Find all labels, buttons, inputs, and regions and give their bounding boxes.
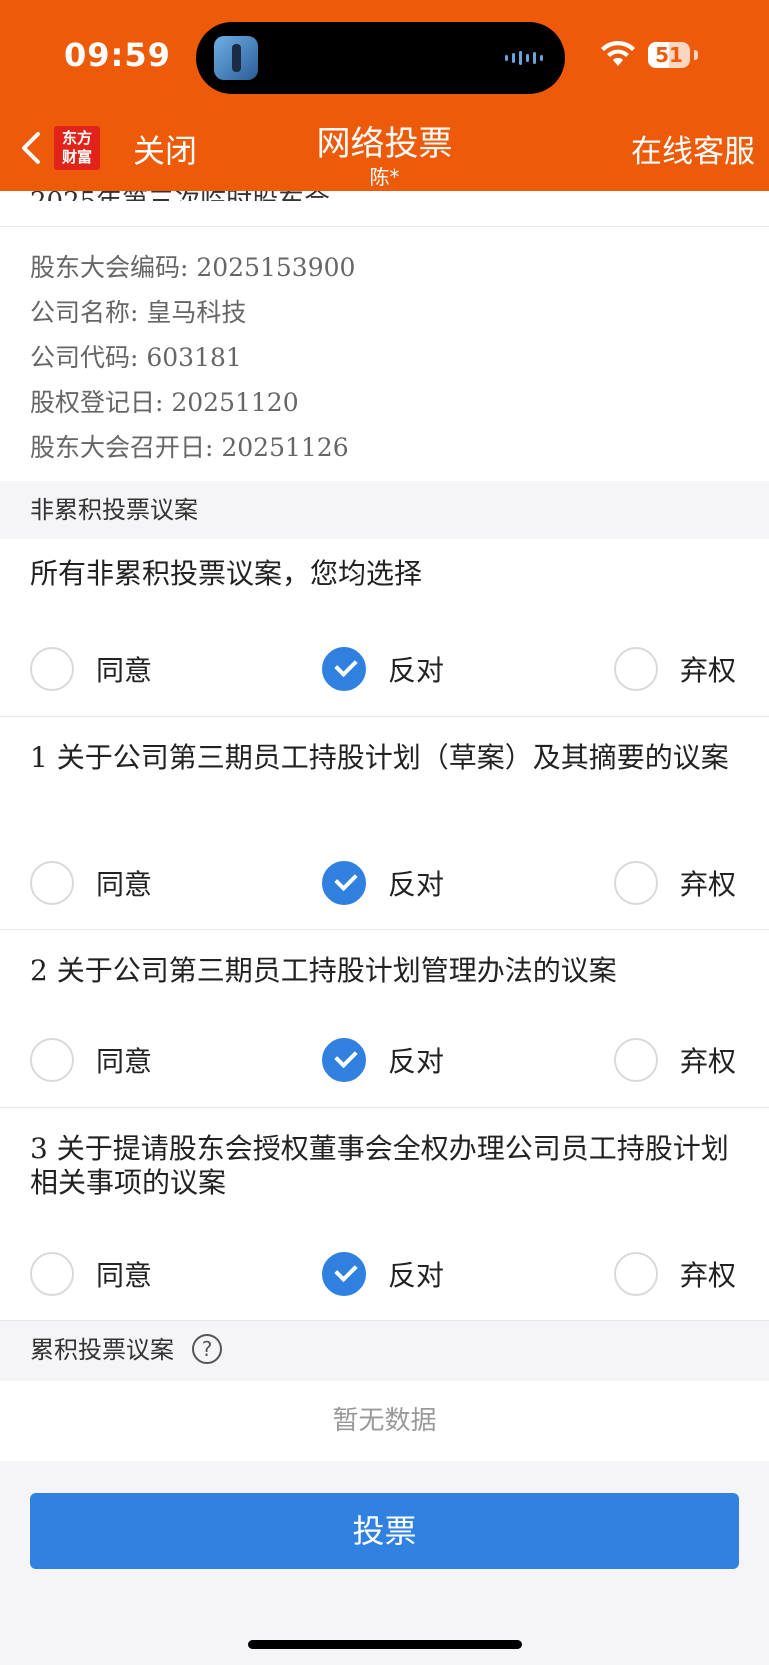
- option-oppose[interactable]: 反对: [322, 859, 444, 907]
- now-playing-thumbnail: [214, 36, 258, 80]
- option-agree[interactable]: 同意: [30, 645, 152, 693]
- option-agree[interactable]: 同意: [30, 1250, 152, 1298]
- option-oppose[interactable]: 反对: [322, 1036, 444, 1084]
- dynamic-island: [196, 22, 565, 94]
- option-label: 反对: [388, 1259, 445, 1292]
- company-code: 公司代码: 603181: [30, 343, 242, 372]
- vote-item-1: 1 关于公司第三期员工持股计划（草案）及其摘要的议案 同意 反对 弃权: [0, 717, 769, 930]
- wifi-icon: [601, 40, 635, 66]
- radio-oppose-checked[interactable]: [322, 861, 366, 905]
- radio-oppose-checked[interactable]: [322, 647, 366, 691]
- vote-question: 所有非累积投票议案，您均选择: [30, 557, 423, 590]
- help-icon[interactable]: ?: [192, 1334, 222, 1364]
- option-agree[interactable]: 同意: [30, 859, 152, 907]
- radio-abstain[interactable]: [614, 1252, 658, 1296]
- radio-oppose-checked[interactable]: [322, 1038, 366, 1082]
- app-header: 09:59 51 东方 财富 关闭 网络投票 陈* 在线客服: [0, 0, 769, 191]
- option-abstain[interactable]: 弃权: [614, 859, 736, 907]
- vote-item-2: 2 关于公司第三期员工持股计划管理办法的议案 同意 反对 弃权: [0, 930, 769, 1108]
- vote-item-all: 所有非累积投票议案，您均选择 同意 反对 弃权: [0, 539, 769, 717]
- vote-item-3: 3 关于提请股东会授权董事会全权办理公司员工持股计划相关事项的议案 同意 反对 …: [0, 1108, 769, 1321]
- radio-agree[interactable]: [30, 861, 74, 905]
- option-label: 同意: [96, 1045, 153, 1078]
- option-label: 反对: [388, 868, 445, 901]
- battery-cap: [694, 50, 698, 60]
- status-time: 09:59: [64, 36, 171, 74]
- option-abstain[interactable]: 弃权: [614, 1250, 736, 1298]
- meeting-date: 股东大会召开日: 20251126: [30, 433, 349, 462]
- audio-waveform-icon: [505, 50, 543, 66]
- radio-agree[interactable]: [30, 647, 74, 691]
- option-label: 反对: [388, 1045, 445, 1078]
- vote-question: 1 关于公司第三期员工持股计划（草案）及其摘要的议案: [30, 741, 729, 774]
- customer-service-button[interactable]: 在线客服: [631, 126, 755, 171]
- option-label: 同意: [96, 654, 153, 687]
- radio-abstain[interactable]: [614, 647, 658, 691]
- cumulative-header: 累积投票议案?: [0, 1321, 769, 1379]
- battery-icon: 51: [648, 42, 690, 68]
- vote-question: 3 关于提请股东会授权董事会全权办理公司员工持股计划相关事项的议案: [30, 1132, 729, 1199]
- radio-oppose-checked[interactable]: [322, 1252, 366, 1296]
- option-abstain[interactable]: 弃权: [614, 645, 736, 693]
- option-label: 弃权: [680, 654, 737, 687]
- option-abstain[interactable]: 弃权: [614, 1036, 736, 1084]
- empty-state: 暂无数据: [0, 1381, 769, 1461]
- cumulative-header-label: 累积投票议案: [30, 1336, 174, 1364]
- radio-abstain[interactable]: [614, 861, 658, 905]
- vote-submit-button[interactable]: 投票: [30, 1493, 739, 1569]
- home-indicator[interactable]: [248, 1640, 522, 1649]
- option-label: 同意: [96, 868, 153, 901]
- option-oppose[interactable]: 反对: [322, 1250, 444, 1298]
- meeting-info: 2025年第三次临时股东会 股东大会编码: 2025153900 公司名称: 皇…: [0, 187, 769, 481]
- battery-percent: 51: [655, 43, 683, 67]
- non-cumulative-header: 非累积投票议案: [0, 481, 769, 539]
- meeting-code: 股东大会编码: 2025153900: [30, 253, 356, 282]
- company-name: 公司名称: 皇马科技: [30, 298, 247, 327]
- radio-agree[interactable]: [30, 1038, 74, 1082]
- registration-date: 股权登记日: 20251120: [30, 388, 299, 417]
- option-label: 弃权: [680, 868, 737, 901]
- option-label: 弃权: [680, 1045, 737, 1078]
- divider: [0, 226, 769, 227]
- option-agree[interactable]: 同意: [30, 1036, 152, 1084]
- option-oppose[interactable]: 反对: [322, 645, 444, 693]
- vote-question: 2 关于公司第三期员工持股计划管理办法的议案: [30, 954, 617, 987]
- radio-abstain[interactable]: [614, 1038, 658, 1082]
- option-label: 弃权: [680, 1259, 737, 1292]
- radio-agree[interactable]: [30, 1252, 74, 1296]
- option-label: 反对: [388, 654, 445, 687]
- option-label: 同意: [96, 1259, 153, 1292]
- meeting-fields: 股东大会编码: 2025153900 公司名称: 皇马科技 公司代码: 6031…: [30, 245, 355, 470]
